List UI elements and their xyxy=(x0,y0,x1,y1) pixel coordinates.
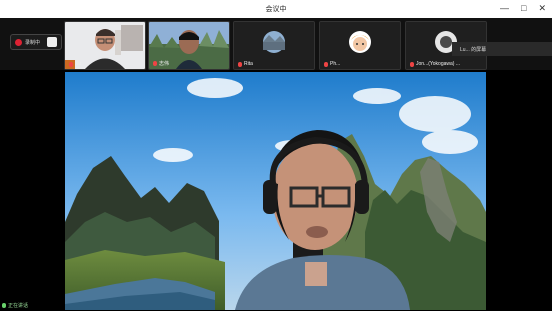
participant-name-5: Jon...(Yokogawa) ... xyxy=(410,61,460,67)
title-bar: 会议中 — □ ✕ xyxy=(0,0,552,18)
main-video[interactable] xyxy=(65,72,486,310)
recording-indicator[interactable]: 录制中 xyxy=(10,34,63,50)
mic-muted-icon xyxy=(69,61,73,67)
minimize-button[interactable]: — xyxy=(500,3,509,13)
participant-name-4: Ph... xyxy=(324,61,340,67)
window-controls: — □ ✕ xyxy=(500,3,546,13)
participant-tile-4[interactable]: Ph... xyxy=(319,21,401,70)
mic-muted-icon xyxy=(238,61,242,67)
participant-name-1: Xu xyxy=(69,61,81,67)
close-button[interactable]: ✕ xyxy=(538,3,546,13)
recording-label: 录制中 xyxy=(25,39,41,46)
participant-tile-3[interactable]: Rita xyxy=(233,21,315,70)
maximize-button[interactable]: □ xyxy=(521,3,526,13)
participant-name-3: Rita xyxy=(238,61,253,67)
window-title: 会议中 xyxy=(265,6,287,13)
record-icon xyxy=(15,38,22,46)
main-video-frame xyxy=(65,72,486,310)
mic-muted-icon xyxy=(153,61,157,66)
screen-share-label[interactable]: Lu... 的屏幕 xyxy=(452,42,552,56)
stop-recording-button[interactable] xyxy=(47,37,58,47)
mic-icon xyxy=(2,303,6,308)
participant-tile-2[interactable]: 志伟 xyxy=(148,21,230,70)
mic-muted-icon xyxy=(410,61,414,67)
participant-name-2: 志伟 xyxy=(153,60,169,67)
participant-tile-1[interactable]: Xu xyxy=(64,21,146,70)
mic-muted-icon xyxy=(324,61,328,67)
speaking-indicator: 正在讲话 xyxy=(2,302,28,309)
